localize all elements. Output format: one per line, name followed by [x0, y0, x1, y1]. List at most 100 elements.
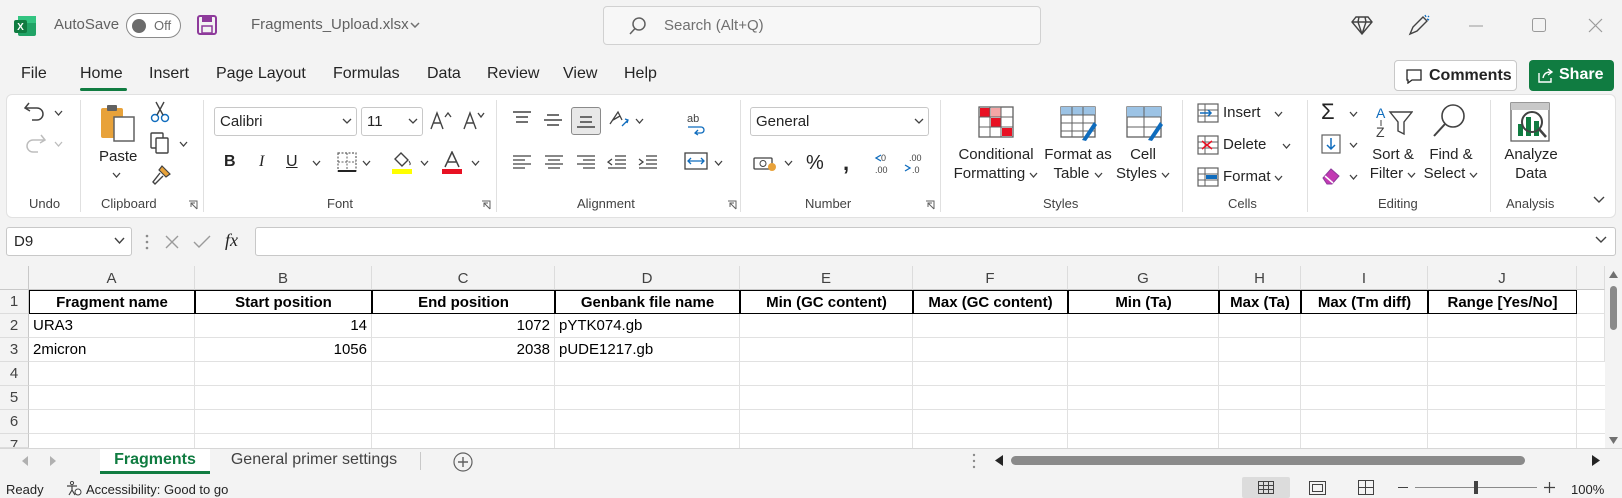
- borders-chevron-icon[interactable]: [362, 160, 371, 166]
- expand-formula-icon[interactable]: [1595, 236, 1607, 244]
- wrap-text-icon[interactable]: ab: [686, 112, 708, 136]
- sheet-tab-general-primer-settings[interactable]: General primer settings: [214, 449, 414, 474]
- row-header-2[interactable]: 2: [0, 314, 29, 338]
- column-header-d[interactable]: D: [555, 266, 740, 290]
- sort-filter-icon[interactable]: AZ: [1375, 104, 1413, 140]
- cell-b3[interactable]: 1056: [195, 338, 372, 362]
- accounting-format-icon[interactable]: [753, 154, 777, 172]
- redo-icon[interactable]: [24, 133, 46, 153]
- zoom-out-icon[interactable]: [1398, 487, 1408, 488]
- cell-g3[interactable]: [1068, 338, 1219, 362]
- tab-home[interactable]: Home: [80, 65, 123, 83]
- cell-j2[interactable]: [1428, 314, 1577, 338]
- align-middle-icon[interactable]: [543, 113, 563, 129]
- cell-a1[interactable]: Fragment name: [29, 290, 195, 314]
- decrease-decimal-icon[interactable]: .00.0: [903, 151, 927, 175]
- align-right-icon[interactable]: [576, 154, 596, 170]
- cell-e1[interactable]: Min (GC content): [740, 290, 913, 314]
- column-header-a[interactable]: A: [29, 266, 195, 290]
- zoom-level[interactable]: 100%: [1571, 482, 1604, 497]
- column-header-e[interactable]: E: [740, 266, 913, 290]
- paste-icon[interactable]: [98, 103, 138, 143]
- decrease-indent-icon[interactable]: [607, 154, 627, 170]
- insert-cells-label[interactable]: Insert: [1223, 104, 1261, 121]
- underline-chevron-icon[interactable]: [312, 160, 321, 166]
- scroll-up-icon[interactable]: [1609, 271, 1618, 278]
- conditional-formatting-icon[interactable]: [978, 106, 1014, 138]
- normal-view-button[interactable]: [1242, 477, 1290, 498]
- number-launcher-icon[interactable]: [925, 200, 935, 210]
- alignment-launcher-icon[interactable]: [727, 200, 737, 210]
- comments-button[interactable]: Comments: [1394, 60, 1517, 91]
- paste-label[interactable]: Paste: [99, 148, 137, 165]
- column-header-c[interactable]: C: [372, 266, 555, 290]
- autosum-chevron-icon[interactable]: [1349, 111, 1358, 117]
- tab-file[interactable]: File: [21, 65, 47, 83]
- align-bottom-button[interactable]: [571, 107, 601, 135]
- borders-icon[interactable]: [337, 152, 357, 172]
- column-header-h[interactable]: H: [1219, 266, 1301, 290]
- tab-page-layout[interactable]: Page Layout: [216, 65, 306, 83]
- align-left-icon[interactable]: [512, 154, 532, 170]
- tab-view[interactable]: View: [563, 65, 597, 83]
- find-select-icon[interactable]: [1431, 103, 1467, 139]
- autosave-toggle[interactable]: Off: [126, 13, 181, 38]
- collapse-ribbon-icon[interactable]: [1593, 196, 1605, 204]
- font-launcher-icon[interactable]: [481, 200, 491, 210]
- find-select-button[interactable]: Find & Select: [1421, 145, 1481, 183]
- merge-chevron-icon[interactable]: [714, 160, 723, 166]
- row-header-1[interactable]: 1: [0, 290, 29, 314]
- analyze-data-button[interactable]: Analyze Data: [1500, 145, 1562, 183]
- row-header-5[interactable]: 5: [0, 386, 29, 410]
- cell-styles-button[interactable]: Cell Styles: [1114, 145, 1172, 183]
- align-top-icon[interactable]: [512, 110, 532, 126]
- cell-a3[interactable]: 2micron: [29, 338, 195, 362]
- merge-center-icon[interactable]: [684, 152, 708, 170]
- italic-button[interactable]: I: [259, 153, 264, 171]
- clear-chevron-icon[interactable]: [1349, 174, 1358, 180]
- orientation-icon[interactable]: [608, 110, 630, 130]
- increase-decimal-icon[interactable]: 0.00: [872, 151, 896, 175]
- save-icon[interactable]: [196, 14, 218, 36]
- cell-g2[interactable]: [1068, 314, 1219, 338]
- empty-rows-area[interactable]: [29, 362, 1605, 448]
- insert-cells-icon[interactable]: [1197, 103, 1219, 123]
- status-accessibility[interactable]: Accessibility: Good to go: [86, 482, 228, 497]
- delete-cells-chevron-icon[interactable]: [1282, 143, 1291, 149]
- next-sheet-icon[interactable]: [50, 456, 56, 466]
- filename-chevron-icon[interactable]: [410, 22, 420, 28]
- format-cells-chevron-icon[interactable]: [1274, 175, 1283, 181]
- cell-h2[interactable]: [1219, 314, 1301, 338]
- vertical-scroll-thumb[interactable]: [1610, 286, 1617, 330]
- paste-chevron-icon[interactable]: [112, 172, 121, 178]
- copy-chevron-icon[interactable]: [179, 141, 188, 147]
- cell-c1[interactable]: End position: [372, 290, 555, 314]
- clipboard-launcher-icon[interactable]: [188, 200, 198, 210]
- comma-style-icon[interactable]: ,: [843, 150, 849, 176]
- cell-styles-icon[interactable]: [1126, 106, 1164, 142]
- page-break-view-icon[interactable]: [1358, 480, 1374, 495]
- diamond-icon[interactable]: [1351, 15, 1373, 35]
- format-cells-icon[interactable]: [1197, 167, 1219, 187]
- tab-help[interactable]: Help: [624, 65, 657, 83]
- scroll-down-icon[interactable]: [1609, 437, 1618, 444]
- tab-formulas[interactable]: Formulas: [333, 65, 400, 83]
- cell-d3[interactable]: pUDE1217.gb: [555, 338, 740, 362]
- accessibility-icon[interactable]: [66, 481, 82, 496]
- increase-indent-icon[interactable]: [638, 154, 658, 170]
- row-header-4[interactable]: 4: [0, 362, 29, 386]
- cell-j3[interactable]: [1428, 338, 1577, 362]
- font-color-chevron-icon[interactable]: [471, 160, 480, 166]
- analyze-data-icon[interactable]: [1510, 102, 1550, 142]
- cell-i2[interactable]: [1301, 314, 1428, 338]
- scroll-left-icon[interactable]: [995, 455, 1003, 466]
- tab-review[interactable]: Review: [487, 65, 539, 83]
- cell-f2[interactable]: [913, 314, 1068, 338]
- cell-c3[interactable]: 2038: [372, 338, 555, 362]
- cell-c2[interactable]: 1072: [372, 314, 555, 338]
- cell-i1[interactable]: Max (Tm diff): [1301, 290, 1428, 314]
- row-header-6[interactable]: 6: [0, 410, 29, 434]
- align-center-icon[interactable]: [544, 154, 564, 170]
- prev-sheet-icon[interactable]: [22, 456, 28, 466]
- format-as-table-icon[interactable]: [1060, 106, 1098, 142]
